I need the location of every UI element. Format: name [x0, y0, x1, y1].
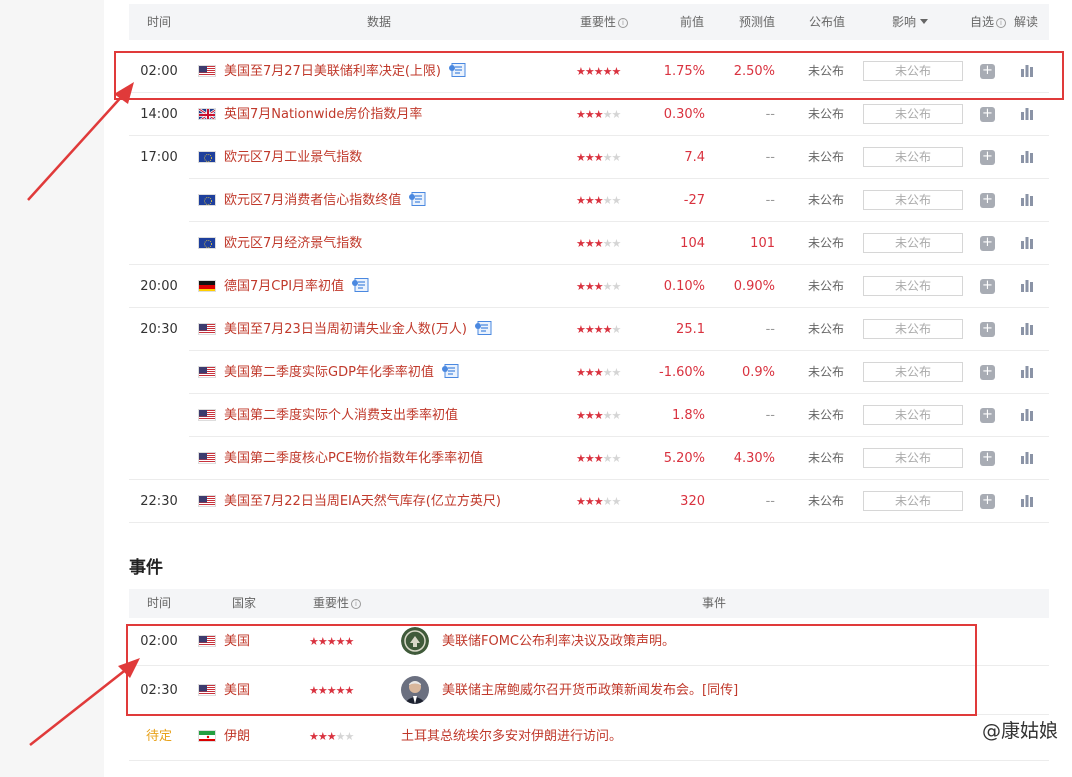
annotation-arrows [27, 82, 140, 746]
arrow-head-2 [118, 658, 140, 678]
watermark-text: @康姑娘 [981, 720, 1058, 742]
arrow-line-2 [29, 667, 129, 746]
arrow-line-1 [27, 93, 125, 201]
